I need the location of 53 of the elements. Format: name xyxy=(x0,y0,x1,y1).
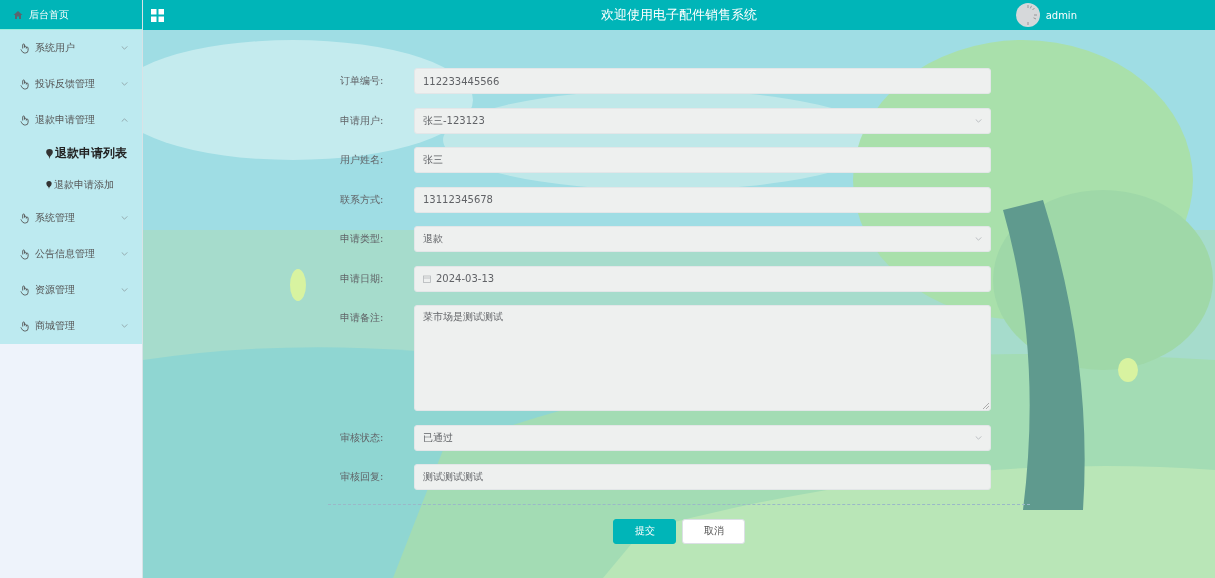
chevron-down-icon xyxy=(975,118,982,123)
avatar-icon[interactable] xyxy=(1015,3,1040,27)
select-field[interactable]: 张三-123123 xyxy=(414,107,991,134)
grid-icon[interactable] xyxy=(151,8,164,22)
select-field[interactable]: 退款 xyxy=(414,226,991,252)
field-label: 申请类型: xyxy=(339,232,385,246)
calendar-icon xyxy=(423,274,431,283)
menu-item[interactable]: 系统用户 xyxy=(0,30,142,66)
cancel-button[interactable]: 取消 xyxy=(682,518,745,544)
field-label: 申请用户: xyxy=(339,113,385,128)
chevron-down-icon xyxy=(121,288,128,292)
chevron-down-icon xyxy=(121,46,128,50)
date-field[interactable]: 2024-03-13 xyxy=(414,265,991,292)
submenu-item[interactable]: 退款申请添加 xyxy=(0,169,142,200)
chevron-down-icon xyxy=(121,252,128,256)
input-field[interactable]: 112233445566 xyxy=(414,68,991,94)
chevron-down-icon xyxy=(975,435,982,440)
field-label: 联系方式: xyxy=(339,192,385,207)
field-label: 审核回复: xyxy=(339,470,385,484)
hand-icon xyxy=(20,284,29,296)
hand-icon xyxy=(20,320,29,332)
resize-grip-icon xyxy=(983,403,989,409)
input-field[interactable]: 测试测试测试 xyxy=(414,464,991,490)
field-label: 审核状态: xyxy=(339,430,385,445)
hand-icon xyxy=(20,78,29,90)
hand-icon xyxy=(20,42,29,54)
field-label: 订单编号: xyxy=(339,74,385,88)
text-area[interactable]: 菜市场是测试测试 xyxy=(414,305,991,411)
field-label: 用户姓名: xyxy=(339,153,385,167)
input-field[interactable]: 张三 xyxy=(414,147,991,173)
menu-item[interactable]: 退款申请管理 xyxy=(0,102,142,138)
pin-icon xyxy=(46,180,52,189)
hand-icon xyxy=(20,248,29,260)
hand-icon xyxy=(20,114,29,126)
field-label: 申请备注: xyxy=(339,311,385,325)
menu-item[interactable]: 投诉反馈管理 xyxy=(0,66,142,102)
menu-item[interactable]: 资源管理 xyxy=(0,272,142,308)
hand-icon xyxy=(20,212,29,224)
chevron-down-icon xyxy=(121,324,128,328)
submenu-item[interactable]: 退款申请列表 xyxy=(0,138,142,169)
field-label: 申请日期: xyxy=(339,271,385,286)
select-field[interactable]: 已通过 xyxy=(414,424,991,451)
chevron-down-icon xyxy=(121,216,128,220)
menu-item[interactable]: 系统管理 xyxy=(0,200,142,236)
pin-icon xyxy=(46,148,53,159)
home-icon xyxy=(13,9,23,20)
app-title: 欢迎使用电子配件销售系统 xyxy=(600,6,758,24)
menu-item[interactable]: 商城管理 xyxy=(0,308,142,344)
menu-item[interactable]: 公告信息管理 xyxy=(0,236,142,272)
chevron-up-icon xyxy=(121,118,128,122)
chevron-down-icon xyxy=(121,82,128,86)
chevron-down-icon xyxy=(975,237,982,241)
input-field[interactable]: 13112345678 xyxy=(414,186,991,213)
